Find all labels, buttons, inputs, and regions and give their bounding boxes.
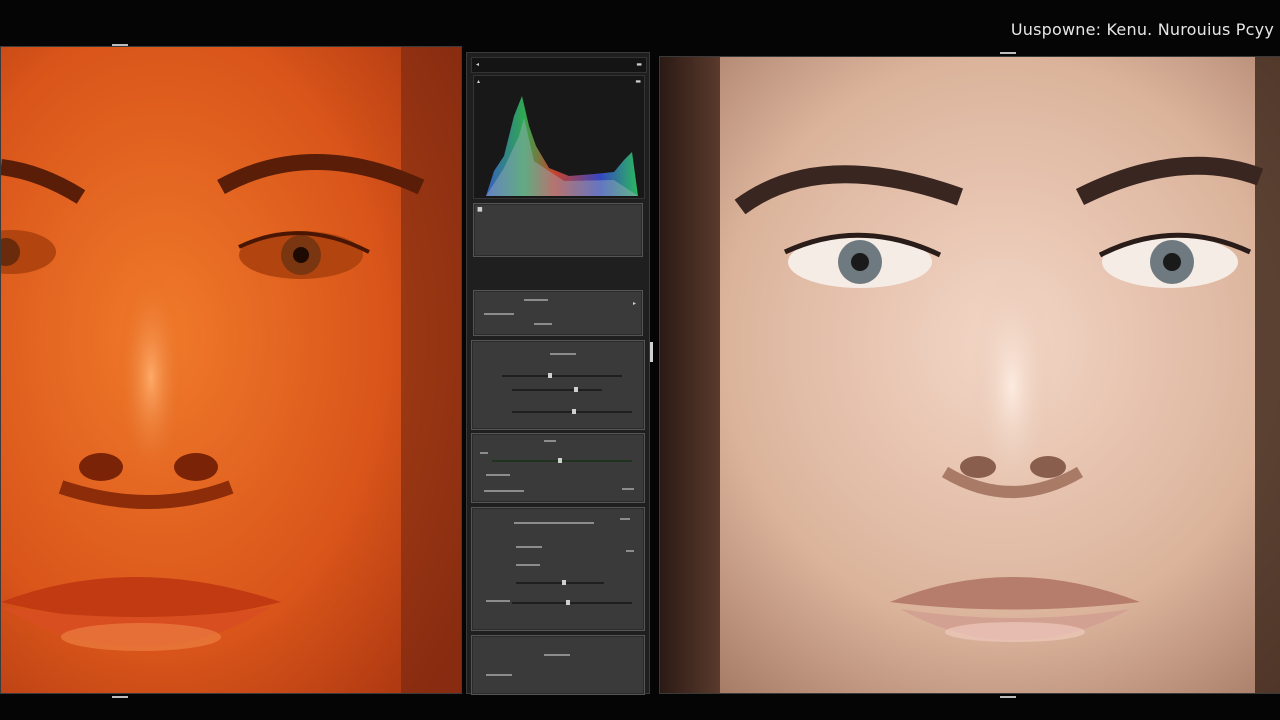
edge-tick-top-right	[1000, 52, 1016, 54]
hsl-knob-1[interactable]	[558, 458, 562, 463]
before-face-image	[1, 47, 461, 693]
effects-section[interactable]	[471, 635, 645, 695]
tone-knob-3[interactable]	[572, 409, 576, 414]
brand-text: Uuspowne: Kenu. Nurouius Pcyy	[1010, 20, 1274, 39]
slider-label-2	[534, 323, 552, 325]
tone-knob-2[interactable]	[574, 387, 578, 392]
detail-knob-2[interactable]	[566, 600, 570, 605]
edge-tick-top-left	[112, 44, 128, 46]
basic-adjustments-section[interactable]: ▸	[473, 290, 643, 336]
compare-divider-handle[interactable]	[650, 342, 653, 362]
after-face-image	[660, 57, 1280, 693]
slider-label-1	[484, 313, 514, 315]
hsl-value-3	[622, 488, 634, 490]
section-title-detail	[514, 522, 594, 524]
detail-knob-1[interactable]	[562, 580, 566, 585]
detail-label-2	[516, 564, 540, 566]
hsl-label-1	[480, 452, 488, 454]
histogram: ▴ ▬	[473, 75, 645, 199]
top-bar: Uuspowne: Kenu. Nurouius Pcyy	[0, 0, 1280, 46]
histogram-info: ■	[473, 203, 643, 257]
edge-tick-bottom-left	[112, 696, 128, 698]
tone-slider-2[interactable]	[512, 389, 602, 391]
before-image-panel[interactable]	[0, 46, 462, 694]
tone-slider-1[interactable]	[502, 375, 622, 377]
section-title-hsl	[544, 440, 556, 442]
info-icon[interactable]: ■	[477, 207, 483, 213]
section-title-basic	[524, 299, 548, 301]
panel-header: ◂ ▬	[471, 57, 647, 73]
hsl-section[interactable]	[471, 433, 645, 503]
section-title-tone	[550, 353, 576, 355]
hsl-label-3	[484, 490, 524, 492]
hsl-label-2	[486, 474, 510, 476]
detail-slider-2[interactable]	[512, 602, 632, 604]
histogram-graph	[486, 96, 638, 196]
detail-label-1	[516, 546, 542, 548]
detail-section[interactable]	[471, 507, 645, 631]
effects-label-1	[486, 674, 512, 676]
expand-icon[interactable]: ▸	[633, 301, 636, 307]
tone-curve-section[interactable]	[471, 340, 645, 430]
section-title-effects	[544, 654, 570, 656]
detail-value-1	[620, 518, 630, 520]
detail-value-2	[626, 550, 634, 552]
detail-label-3	[486, 600, 510, 602]
hsl-slider-1[interactable]	[492, 460, 632, 462]
editor-panel: ◂ ▬ ▴ ▬ ■ ▸	[466, 52, 650, 695]
tone-knob-1[interactable]	[548, 373, 552, 378]
after-image-panel[interactable]	[659, 56, 1280, 694]
collapse-icon[interactable]: ◂	[476, 62, 479, 68]
menu-icon[interactable]: ▬	[636, 62, 642, 68]
edge-tick-bottom-right	[1000, 696, 1016, 698]
detail-slider-1[interactable]	[516, 582, 604, 584]
